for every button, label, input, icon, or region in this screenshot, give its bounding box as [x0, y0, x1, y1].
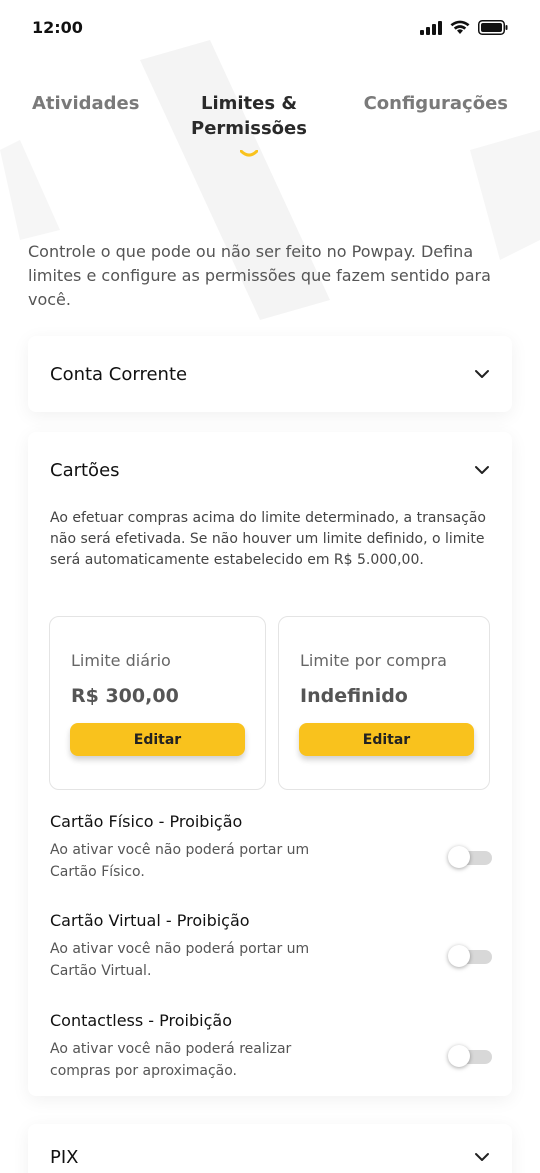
limit-label: Limite diário: [71, 651, 171, 670]
toggle-title: Cartão Virtual - Proibição: [50, 911, 250, 930]
signal-icon: [420, 20, 442, 35]
toggle-row-cartao-virtual: Cartão Virtual - Proibição Ao ativar voc…: [50, 911, 492, 982]
edit-daily-limit-button[interactable]: Editar: [70, 723, 245, 756]
toggle-description: Ao ativar você não poderá portar um Cart…: [50, 941, 310, 979]
section-conta-corrente: Conta Corrente: [28, 336, 512, 412]
top-tabs: Atividades Limites & Permissões Configur…: [0, 88, 540, 168]
section-title: PIX: [50, 1146, 79, 1168]
battery-icon: [478, 20, 508, 35]
cartoes-description: Ao efetuar compras acima do limite deter…: [50, 510, 486, 568]
section-pix: PIX: [28, 1124, 512, 1173]
chevron-down-icon[interactable]: [474, 369, 490, 379]
pix-header[interactable]: PIX: [28, 1124, 512, 1173]
toggle-knob: [448, 1045, 470, 1067]
status-time: 12:00: [32, 18, 83, 37]
edit-purchase-limit-button[interactable]: Editar: [299, 723, 474, 756]
active-tab-indicator: [240, 150, 258, 157]
toggle-description: Ao ativar você não poderá realizar compr…: [50, 1041, 292, 1079]
status-bar: 12:00: [0, 0, 540, 58]
limit-card-daily: Limite diário R$ 300,00 Editar: [49, 616, 266, 790]
tab-configuracoes[interactable]: Configurações: [338, 91, 508, 116]
toggle-knob: [448, 945, 470, 967]
limit-value: Indefinido: [300, 685, 408, 707]
toggle-row-contactless: Contactless - Proibição Ao ativar você n…: [50, 1011, 492, 1082]
chevron-down-icon[interactable]: [474, 1152, 490, 1162]
limit-card-per-purchase: Limite por compra Indefinido Editar: [278, 616, 490, 790]
limits-container: Limite diário R$ 300,00 Editar Limite po…: [49, 616, 490, 790]
conta-corrente-header[interactable]: Conta Corrente: [28, 336, 512, 412]
toggle-description: Ao ativar você não poderá portar um Cart…: [50, 842, 310, 880]
limit-label: Limite por compra: [300, 651, 447, 670]
section-title: Cartões: [50, 459, 120, 481]
tab-atividades[interactable]: Atividades: [32, 91, 162, 116]
toggle-title: Contactless - Proibição: [50, 1011, 232, 1030]
section-cartoes: Cartões Ao efetuar compras acima do limi…: [28, 432, 512, 1096]
wifi-icon: [450, 20, 470, 34]
intro-text: Controle o que pode ou não ser feito no …: [28, 242, 491, 309]
tab-limites-permissoes[interactable]: Limites & Permissões: [170, 91, 328, 141]
limit-value: R$ 300,00: [71, 685, 179, 707]
toggle-knob: [448, 846, 470, 868]
toggle-row-cartao-fisico: Cartão Físico - Proibição Ao ativar você…: [50, 812, 492, 883]
toggle-title: Cartão Físico - Proibição: [50, 812, 243, 831]
chevron-down-icon[interactable]: [474, 465, 490, 475]
toggle-switch-contactless[interactable]: [448, 1045, 492, 1067]
toggle-switch-cartao-virtual[interactable]: [448, 945, 492, 967]
toggle-switch-cartao-fisico[interactable]: [448, 846, 492, 868]
section-title: Conta Corrente: [50, 363, 188, 385]
cartoes-header[interactable]: Cartões: [28, 432, 512, 508]
